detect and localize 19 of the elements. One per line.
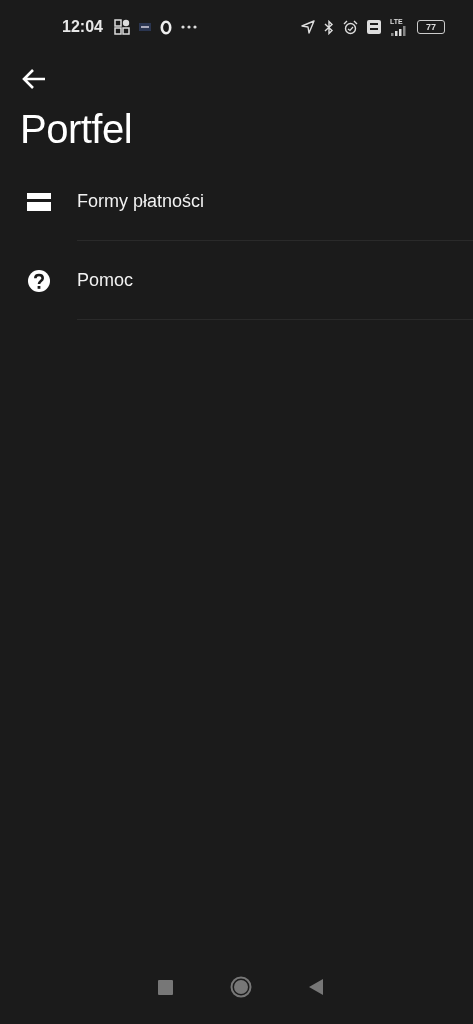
status-time: 12:04	[62, 18, 103, 36]
back-button[interactable]	[21, 68, 47, 90]
bluetooth-icon	[324, 19, 334, 35]
card-icon	[26, 192, 51, 211]
page-title: Portfel	[20, 106, 134, 153]
battery-level: 77	[426, 22, 436, 32]
help-icon	[26, 268, 51, 293]
menu-item[interactable]: Formy płatności	[77, 190, 205, 212]
more-icon	[180, 25, 197, 29]
back-nav-button[interactable]	[308, 979, 323, 995]
menu-item[interactable]: Pomoc	[77, 269, 134, 291]
ring-icon	[159, 19, 172, 35]
apps-icon	[113, 19, 130, 35]
location-icon	[301, 20, 315, 34]
alarm-icon	[343, 19, 358, 35]
notification-icon	[138, 23, 151, 31]
signal-icon	[390, 26, 408, 36]
home-button[interactable]	[230, 976, 252, 998]
recents-button[interactable]	[158, 979, 174, 995]
